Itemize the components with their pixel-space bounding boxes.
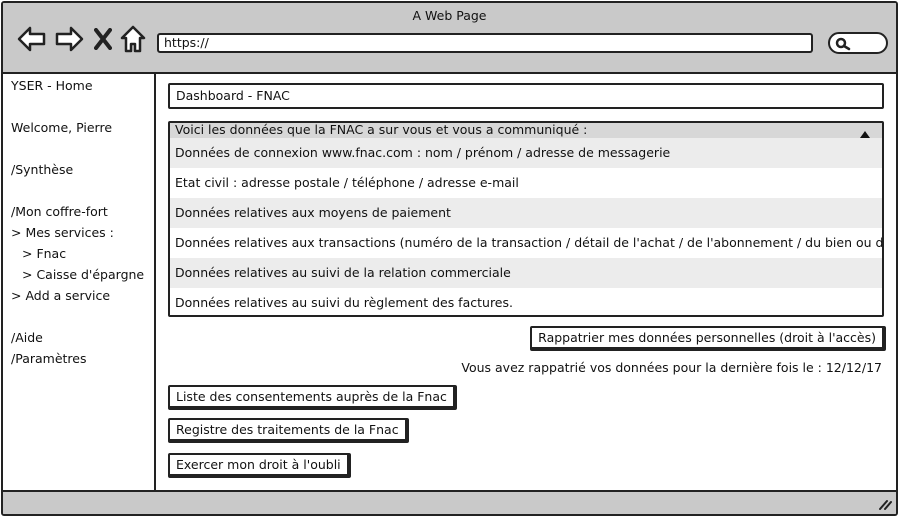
sidebar-item-caisse-epargne[interactable]: > Caisse d'épargne (22, 267, 144, 282)
list-item: Données relatives au suivi du règlement … (175, 295, 513, 310)
welcome-text: Welcome, Pierre (11, 120, 113, 135)
close-icon[interactable] (94, 28, 112, 56)
list-item: Données relatives aux moyens de paiement (170, 198, 882, 228)
list-item: Données relatives aux transactions (numé… (175, 235, 882, 250)
list-item: Données de connexion www.fnac.com : nom … (170, 138, 882, 168)
sidebar-item-synthese[interactable]: /Synthèse (11, 162, 73, 177)
url-input[interactable]: https:// (157, 33, 813, 53)
sidebar: YSER - Home Welcome, Pierre /Synthèse /M… (3, 74, 156, 490)
list-item: Données relatives au suivi de la relatio… (170, 258, 882, 288)
resize-grip-icon[interactable] (878, 498, 892, 513)
back-arrow-icon[interactable] (17, 25, 47, 53)
sidebar-item-home[interactable]: YSER - Home (11, 78, 93, 93)
data-accordion: Voici les données que la FNAC a sur vous… (168, 121, 884, 317)
processing-register-button[interactable]: Registre des traitements de la Fnac (168, 418, 409, 443)
sidebar-item-add-service[interactable]: > Add a service (11, 288, 110, 303)
accordion-header-label: Voici les données que la FNAC a sur vous… (175, 122, 588, 137)
last-repatriation-text: Vous avez rappatrié vos données pour la … (461, 360, 882, 375)
sidebar-item-parametres[interactable]: /Paramètres (11, 351, 86, 366)
sidebar-item-coffre-fort[interactable]: /Mon coffre-fort (11, 204, 108, 219)
home-icon[interactable] (120, 25, 146, 53)
sidebar-item-fnac[interactable]: > Fnac (22, 246, 66, 261)
list-item: Etat civil : adresse postale / téléphone… (175, 175, 519, 190)
main-content: Dashboard - FNAC Voici les données que l… (156, 74, 896, 490)
right-to-be-forgotten-button[interactable]: Exercer mon droit à l'oubli (168, 453, 351, 478)
forward-arrow-icon[interactable] (54, 25, 84, 53)
search-icon (835, 37, 851, 51)
window-title: A Web Page (412, 8, 487, 23)
consents-list-button[interactable]: Liste des consentements auprès de la Fna… (168, 385, 457, 410)
search-button[interactable] (828, 32, 888, 54)
sidebar-item-mes-services[interactable]: > Mes services : (11, 225, 114, 240)
title-bar: A Web Page https:// (3, 3, 896, 74)
browser-window: A Web Page https:// YSER - Home Welcome,… (1, 1, 898, 516)
page-title: Dashboard - FNAC (168, 83, 884, 109)
sidebar-item-aide[interactable]: /Aide (11, 330, 43, 345)
repatriate-data-button[interactable]: Rappatrier mes données personnelles (dro… (530, 326, 886, 351)
status-bar (3, 490, 896, 514)
accordion-header[interactable]: Voici les données que la FNAC a sur vous… (170, 123, 882, 138)
